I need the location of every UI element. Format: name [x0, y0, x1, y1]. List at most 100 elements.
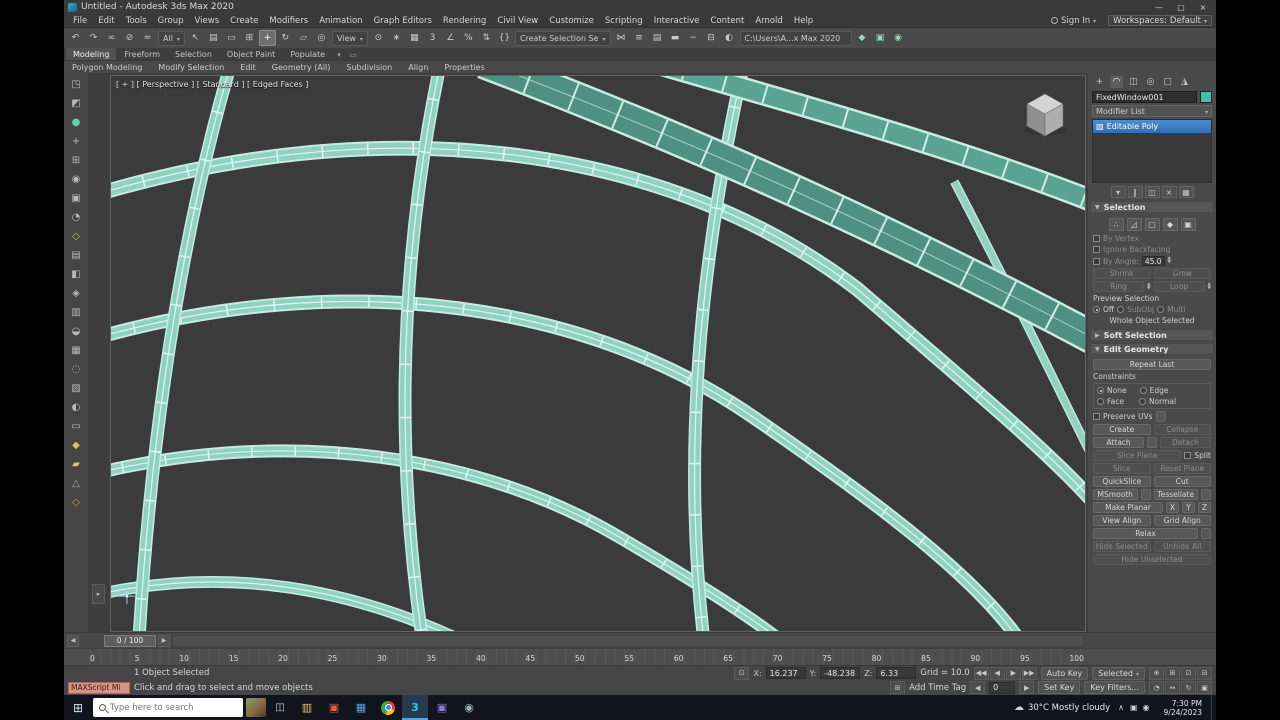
menu-item[interactable]: Edit [93, 16, 119, 26]
preview-multi-radio[interactable] [1157, 306, 1165, 313]
menu-item[interactable]: Interactive [649, 16, 705, 26]
go-to-start-icon[interactable]: ◀◀ [973, 666, 989, 680]
select-and-link-icon[interactable]: ∞ [103, 30, 120, 46]
split-checkbox[interactable] [1184, 452, 1192, 459]
undo-icon[interactable]: ↶ [67, 30, 84, 46]
view-align-button[interactable]: View Align [1093, 515, 1151, 526]
select-and-place-icon[interactable]: ◎ [313, 30, 330, 46]
sign-in-button[interactable]: Sign In [1045, 16, 1102, 26]
ribbon-panel-polygon-modeling[interactable]: Polygon Modeling [72, 63, 142, 72]
make-planar-button[interactable]: Make Planar [1093, 502, 1163, 513]
left-tool-icon-20[interactable]: ◆ [67, 437, 85, 454]
ribbon-tab-modeling[interactable]: Modeling [66, 48, 117, 60]
ribbon-panel-edit[interactable]: Edit [240, 63, 256, 72]
selection-rollout-header[interactable]: ▼ Selection [1090, 201, 1214, 213]
make-planar-x-button[interactable]: X [1166, 502, 1179, 513]
grow-button[interactable]: Grow [1153, 268, 1211, 279]
ribbon-panel-subdivision[interactable]: Subdivision [346, 63, 392, 72]
select-object-icon[interactable]: ↖ [187, 30, 204, 46]
weather-widget[interactable]: ☁ 30°C Mostly cloudy [1014, 702, 1110, 713]
x-coordinate-field[interactable]: 16.237 [765, 667, 806, 680]
msmooth-settings-button[interactable] [1140, 489, 1151, 500]
ribbon-panel-properties[interactable]: Properties [444, 63, 484, 72]
menu-item[interactable]: Modifiers [264, 16, 313, 26]
ribbon-toggle-icon[interactable]: ▬ [667, 30, 684, 46]
menu-item[interactable]: Views [190, 16, 225, 26]
menu-item[interactable]: Arnold [750, 16, 788, 26]
hierarchy-tab-icon[interactable]: ◫ [1127, 76, 1140, 88]
ribbon-options-icon[interactable]: ▾ [332, 49, 346, 60]
make-planar-y-button[interactable]: Y [1182, 502, 1195, 513]
border-subobject-icon[interactable]: ▢ [1144, 218, 1160, 231]
maximize-viewport-toggle-icon[interactable]: ▣ [1197, 681, 1212, 695]
left-tool-icon-16[interactable]: ◌ [67, 361, 85, 378]
edge-subobject-icon[interactable]: ◿ [1126, 218, 1142, 231]
zoom-extents-all-icon[interactable]: ⊟ [1197, 666, 1212, 680]
left-tool-icon-5[interactable]: ⊞ [67, 152, 85, 169]
spinner-icon[interactable] [1168, 257, 1171, 265]
ribbon-panel-align[interactable]: Align [408, 63, 428, 72]
curve-editor-icon[interactable]: ~ [685, 30, 702, 46]
previous-frame-icon[interactable]: ◀ [989, 666, 1005, 680]
menu-item[interactable]: Customize [544, 16, 599, 26]
left-tool-icon-17[interactable]: ▧ [67, 380, 85, 397]
tray-icon-1[interactable]: ▣ [1130, 703, 1138, 712]
search-highlight-image[interactable] [246, 698, 266, 717]
element-subobject-icon[interactable]: ▣ [1180, 218, 1196, 231]
modify-tab-icon[interactable]: ◠ [1110, 76, 1123, 88]
preserve-uvs-checkbox[interactable] [1093, 413, 1100, 420]
select-and-rotate-icon[interactable]: ↻ [277, 30, 294, 46]
left-tool-icon-6[interactable]: ◉ [67, 171, 85, 188]
menu-item[interactable]: Group [153, 16, 189, 26]
pan-view-icon[interactable]: ↔ [1165, 681, 1180, 695]
object-color-swatch[interactable] [1200, 91, 1212, 103]
attach-list-button[interactable] [1147, 437, 1157, 448]
grid-align-button[interactable]: Grid Align [1153, 515, 1211, 526]
rendered-frame-window-icon[interactable]: ▣ [872, 30, 889, 46]
keyboard-shortcut-override-icon[interactable]: ▦ [406, 30, 423, 46]
close-button[interactable]: × [1194, 1, 1212, 13]
select-and-move-icon[interactable]: + [258, 30, 276, 46]
repeat-last-button[interactable]: Repeat Last [1093, 359, 1211, 370]
preview-subobj-radio[interactable] [1117, 306, 1125, 313]
chrome-icon[interactable] [375, 695, 401, 720]
menu-item[interactable]: Scripting [600, 16, 648, 26]
display-tab-icon[interactable]: ▢ [1161, 76, 1174, 88]
menu-item[interactable]: Help [789, 16, 818, 26]
slice-button[interactable]: Slice [1093, 463, 1151, 474]
rectangular-selection-region-icon[interactable]: ▭ [223, 30, 240, 46]
constraint-none-radio[interactable] [1097, 387, 1104, 394]
select-and-manipulate-icon[interactable]: ∗ [388, 30, 405, 46]
cut-button[interactable]: Cut [1153, 476, 1211, 487]
taskbar-search[interactable] [93, 698, 243, 717]
play-animation-icon[interactable]: ▶ [1005, 666, 1021, 680]
taskbar-clock[interactable]: 7:30 PM 9/24/2023 [1158, 699, 1208, 717]
minimize-button[interactable]: — [1150, 1, 1168, 13]
menu-item[interactable]: Tools [121, 16, 152, 26]
modifier-list-dropdown[interactable]: Modifier List [1092, 105, 1212, 117]
configure-modifier-sets-icon[interactable]: ▦ [1178, 186, 1194, 198]
search-input[interactable] [110, 702, 237, 713]
task-view-icon[interactable]: ◫ [269, 695, 291, 720]
left-tool-icon-10[interactable]: ▤ [67, 247, 85, 264]
spinner-icon[interactable] [1208, 283, 1211, 291]
preserve-uvs-settings-button[interactable] [1155, 411, 1166, 422]
time-slider-handle[interactable]: 0 / 100 [104, 634, 156, 647]
viewport-label[interactable]: [ + ] [ Perspective ] [ Standard ] [ Edg… [116, 80, 308, 89]
window-crossing-icon[interactable]: ⊞ [241, 30, 258, 46]
time-tag-icon[interactable]: ⊞ [890, 681, 906, 695]
viewport-layout-tabs[interactable] [92, 584, 105, 604]
left-tool-icon-21[interactable]: ▰ [67, 456, 85, 473]
constraint-edge-radio[interactable] [1139, 387, 1147, 394]
unhide-all-button[interactable]: Unhide All [1153, 541, 1211, 552]
z-coordinate-field[interactable]: 6.33 [876, 667, 917, 680]
collapse-button[interactable]: Collapse [1153, 424, 1211, 435]
go-to-end-icon[interactable]: ▶▶ [1021, 666, 1037, 680]
previous-frame-arrow-icon[interactable]: ◀ [67, 634, 79, 647]
start-button[interactable] [66, 695, 90, 720]
soft-selection-rollout-header[interactable]: ▶ Soft Selection [1090, 329, 1214, 341]
select-and-scale-icon[interactable]: ▱ [295, 30, 312, 46]
msmooth-button[interactable]: MSmooth [1093, 489, 1138, 500]
add-time-tag[interactable]: Add Time Tag [909, 683, 966, 693]
modifier-stack[interactable]: ▧ Editable Poly [1092, 119, 1212, 183]
